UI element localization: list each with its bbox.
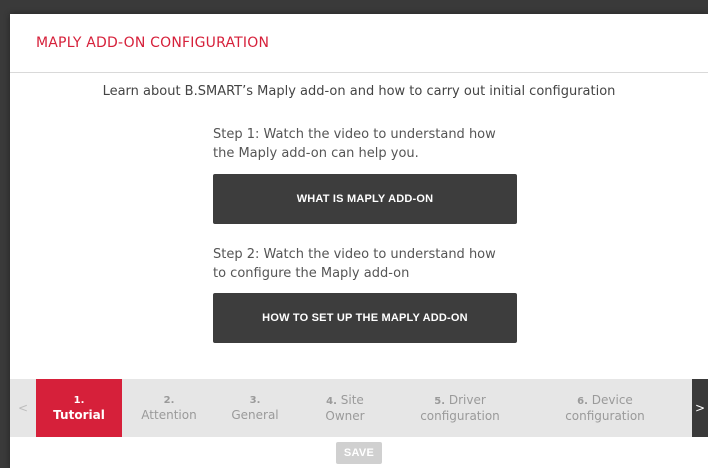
modal-header: MAPLY ADD-ON CONFIGURATION xyxy=(10,14,708,73)
intro-text: Learn about B.SMART’s Maply add-on and h… xyxy=(102,84,616,99)
step-device-configuration[interactable]: 6. Device configuration xyxy=(524,379,686,437)
step-attention[interactable]: 2. Attention xyxy=(122,379,216,437)
step-1-description: Step 1: Watch the video to understand ho… xyxy=(213,125,533,163)
step-driver-configuration[interactable]: 5. Driver configuration xyxy=(396,379,524,437)
stepper-next-arrow-icon[interactable]: > xyxy=(692,379,708,437)
step-label: General xyxy=(231,408,279,422)
what-is-maply-button[interactable]: WHAT IS MAPLY ADD-ON xyxy=(213,174,517,224)
modal-footer: SAVE xyxy=(10,437,708,468)
step-1-line-1: Step 1: Watch the video to understand ho… xyxy=(213,127,496,142)
configuration-modal: MAPLY ADD-ON CONFIGURATION Learn about B… xyxy=(10,14,708,468)
step-1-line-2: the Maply add-on can help you. xyxy=(213,146,419,161)
step-label: Attention xyxy=(141,408,197,422)
how-to-setup-button[interactable]: HOW TO SET UP THE MAPLY ADD-ON xyxy=(213,293,517,343)
step-label-line-1: 6. Device xyxy=(577,392,633,407)
step-label-line-2: configuration xyxy=(420,408,500,423)
save-button[interactable]: SAVE xyxy=(336,441,382,464)
step-2-description: Step 2: Watch the video to understand ho… xyxy=(213,245,533,283)
step-2-line-2: to configure the Maply add-on xyxy=(213,266,410,281)
stepper-prev-arrow-icon[interactable]: < xyxy=(10,379,36,437)
step-number: 6. xyxy=(577,395,588,407)
step-general[interactable]: 3. General xyxy=(216,379,294,437)
step-number: 4. xyxy=(326,395,337,407)
modal-title: MAPLY ADD-ON CONFIGURATION xyxy=(36,35,270,51)
step-number: 3. xyxy=(249,395,261,406)
step-label-line-2: Owner xyxy=(325,408,365,423)
step-tutorial[interactable]: 1. Tutorial xyxy=(36,379,122,437)
step-label: Tutorial xyxy=(53,408,105,422)
step-2-line-1: Step 2: Watch the video to understand ho… xyxy=(213,247,496,262)
step-label-line-1: 5. Driver xyxy=(434,392,486,407)
step-label-line-2: configuration xyxy=(565,408,645,423)
step-number: 2. xyxy=(163,395,175,406)
step-site-owner[interactable]: 4. Site Owner xyxy=(294,379,396,437)
wizard-stepper: < 1. Tutorial 2. Attention 3. General 4.… xyxy=(10,379,708,437)
step-number: 5. xyxy=(434,395,445,407)
step-label-line-1: 4. Site xyxy=(326,392,364,407)
step-number: 1. xyxy=(73,395,85,406)
